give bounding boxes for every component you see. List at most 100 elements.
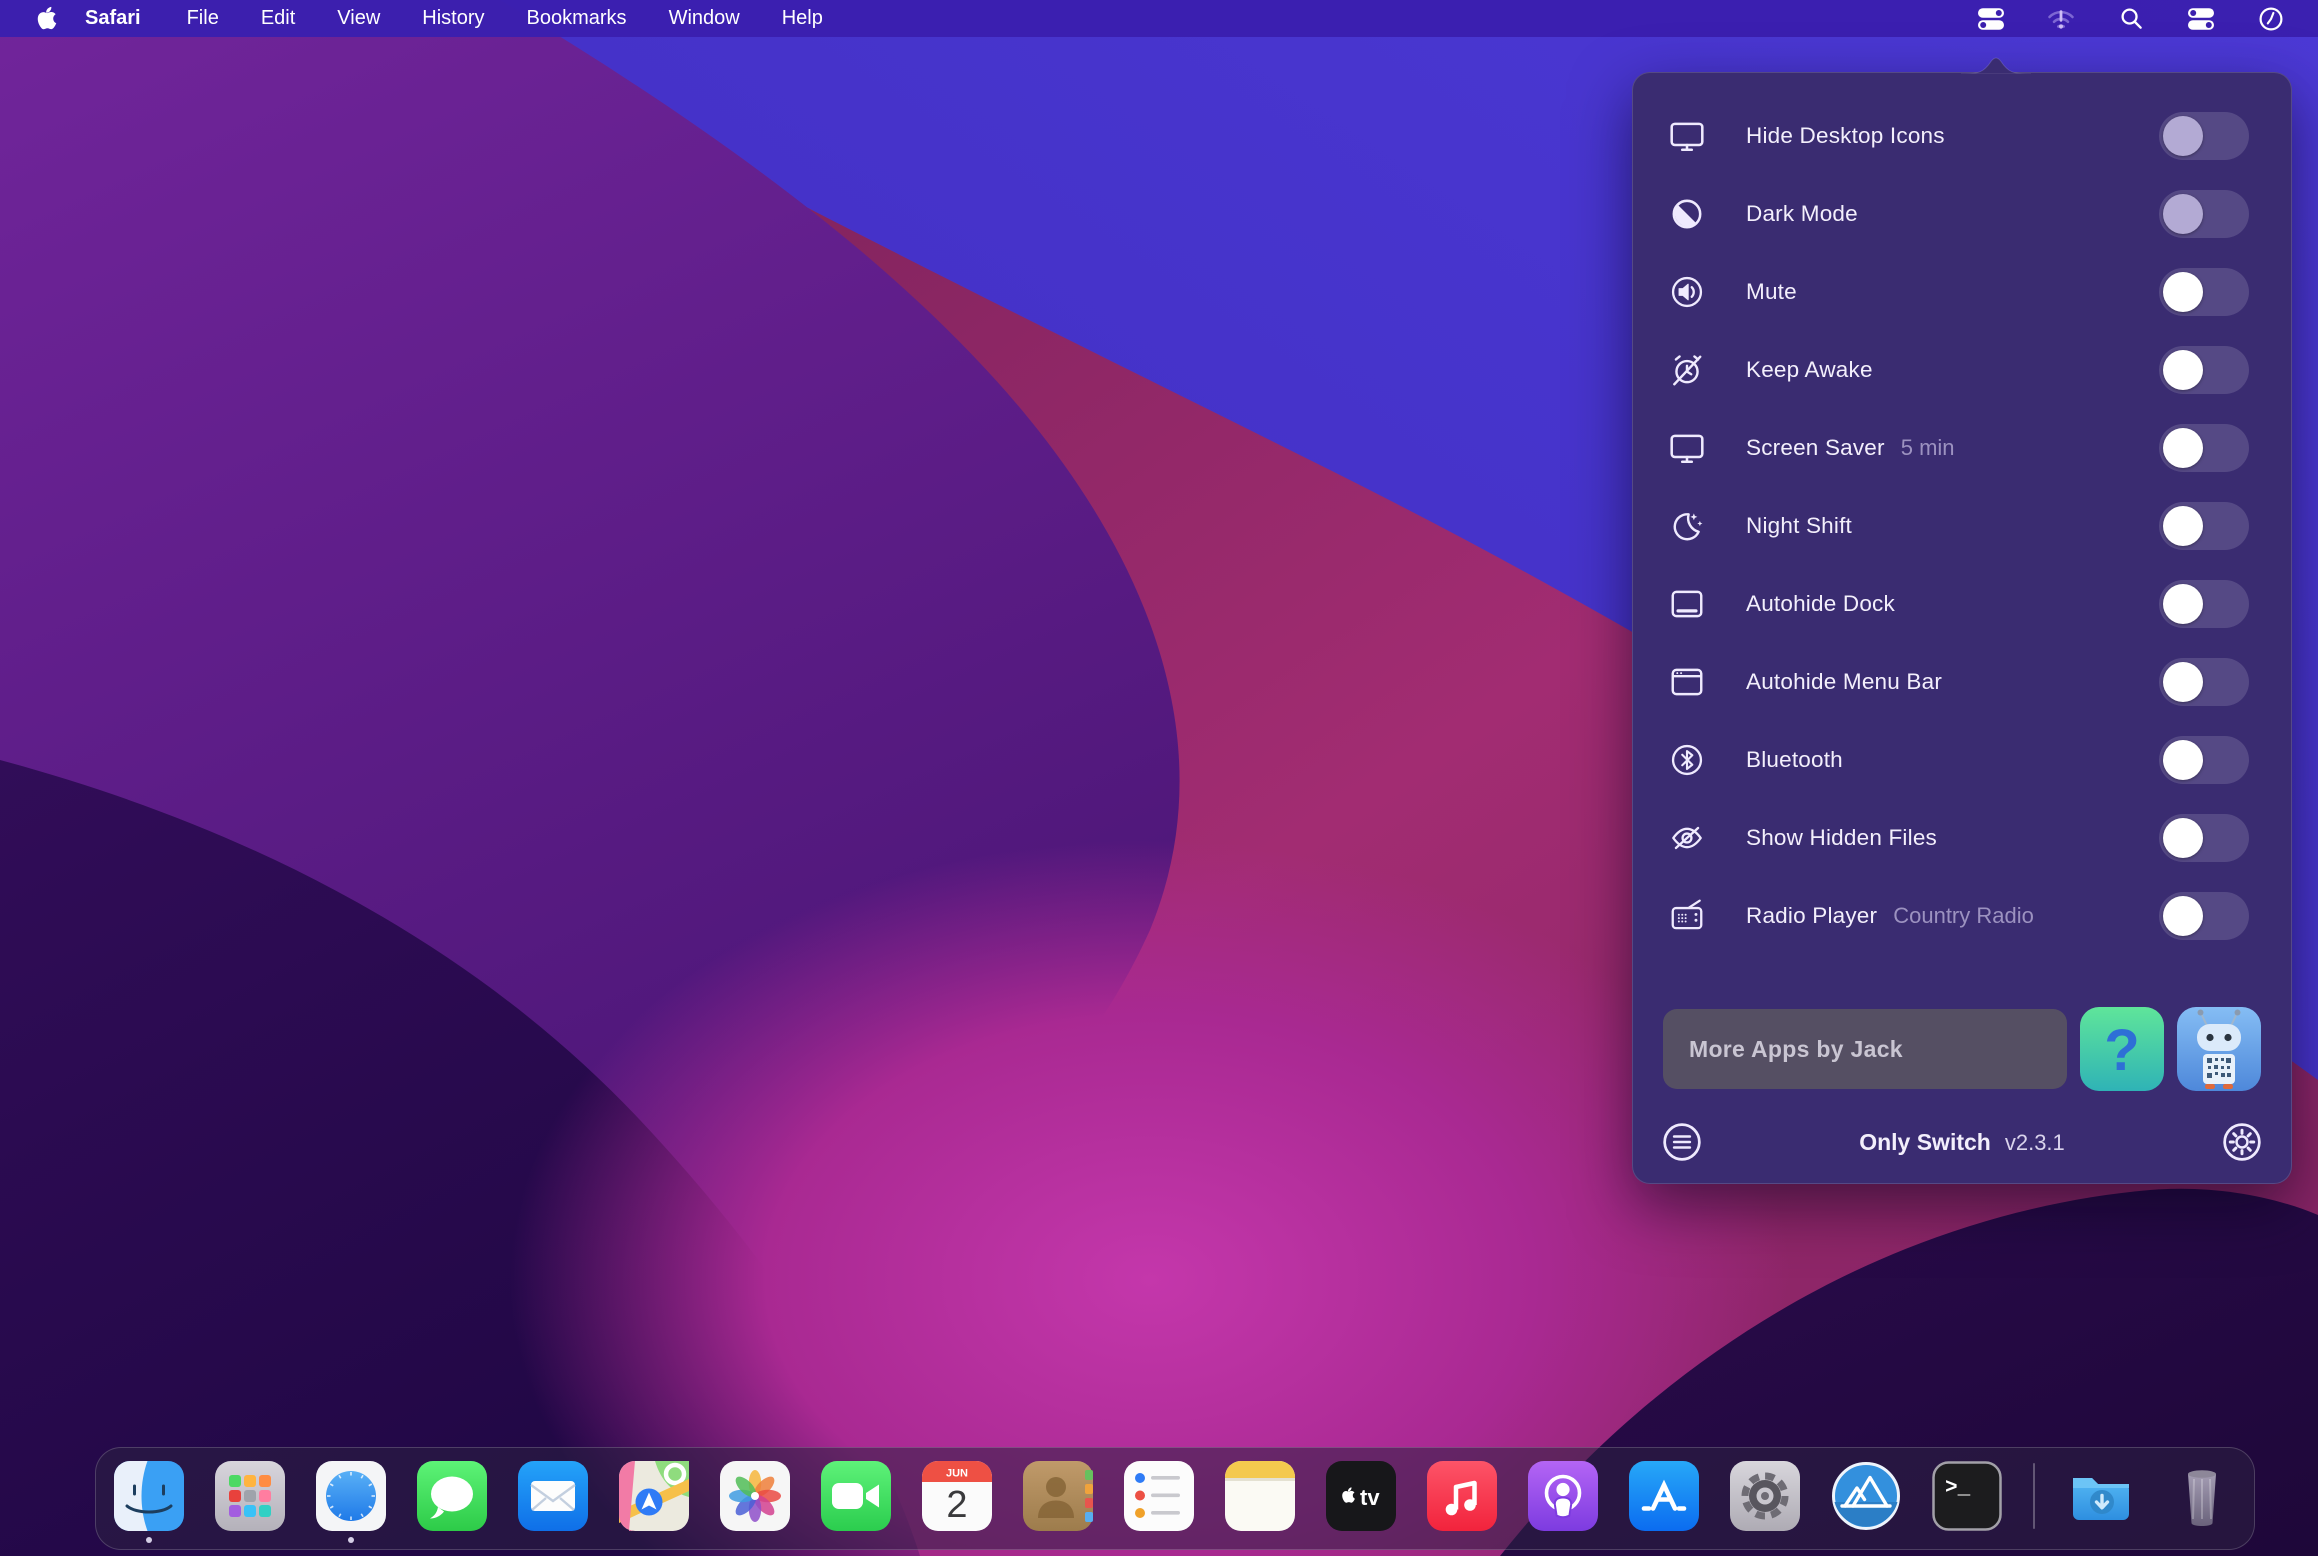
dock-item-music[interactable] [1427, 1461, 1497, 1547]
menu-help[interactable]: Help [782, 7, 823, 30]
panel-footer: Only Switch v2.3.1 [1661, 1119, 2263, 1165]
app-title: Only Switch [1859, 1129, 1991, 1155]
switch-row-mute: Mute [1633, 253, 2291, 331]
dock-item-app-store[interactable] [1629, 1461, 1699, 1547]
toggle-keep-awake[interactable] [2159, 346, 2249, 394]
more-apps-row: More Apps by Jack ? [1663, 1007, 2261, 1091]
dock-item-reminders[interactable] [1124, 1461, 1194, 1547]
only-switch-menubar-icon[interactable] [1976, 5, 2006, 33]
toggle-screen-saver[interactable] [2159, 424, 2249, 472]
panel-footer-title: Only Switch v2.3.1 [1703, 1129, 2221, 1156]
svg-text:tv: tv [1360, 1485, 1380, 1510]
menubar-icon [1668, 663, 1706, 701]
switch-label: Keep Awake [1746, 357, 1873, 383]
dock-item-contacts[interactable] [1023, 1461, 1093, 1547]
toggle-autohide-menu-bar[interactable] [2159, 658, 2249, 706]
switch-label: Screen Saver [1746, 435, 1885, 461]
apple-menu-icon[interactable] [36, 6, 57, 31]
toggle-night-shift[interactable] [2159, 502, 2249, 550]
menu-bookmarks[interactable]: Bookmarks [527, 7, 627, 30]
switch-label: Autohide Dock [1746, 591, 1895, 617]
svg-text:2: 2 [946, 1484, 967, 1526]
toggle-hide-desktop-icons[interactable] [2159, 112, 2249, 160]
menu-list-button[interactable] [1661, 1121, 1703, 1163]
dock-item-facetime[interactable] [821, 1461, 891, 1547]
dock-item-trash[interactable] [2167, 1461, 2237, 1547]
dock-item-mail[interactable] [518, 1461, 588, 1547]
app-menus: File Edit View History Bookmarks Window Help [187, 7, 823, 30]
panel-arrow [1961, 57, 2031, 74]
dock-item-finder[interactable] [114, 1461, 184, 1547]
wifi-warning-icon[interactable] [2046, 5, 2076, 33]
toggle-bluetooth[interactable] [2159, 736, 2249, 784]
control-center-icon[interactable] [2186, 5, 2216, 33]
active-app-menu[interactable]: Safari [85, 7, 141, 30]
moon-icon [1668, 507, 1706, 545]
app-version: v2.3.1 [2005, 1130, 2065, 1155]
dock-item-mountain-app[interactable] [1831, 1461, 1901, 1547]
switch-row-bluetooth: Bluetooth [1633, 721, 2291, 799]
toggle-knob [2163, 194, 2203, 234]
menu-edit[interactable]: Edit [261, 7, 295, 30]
toggle-radio-player[interactable] [2159, 892, 2249, 940]
dock: JUN 2 tv >_ [95, 1447, 2255, 1550]
switch-row-autohide-menu-bar: Autohide Menu Bar [1633, 643, 2291, 721]
toggle-knob [2163, 584, 2203, 624]
dock-item-safari[interactable] [316, 1461, 386, 1547]
bluetooth-icon [1668, 741, 1706, 779]
dock-item-notes[interactable] [1225, 1461, 1295, 1547]
clock-icon[interactable] [2256, 5, 2286, 33]
dock-item-messages[interactable] [417, 1461, 487, 1547]
more-apps-banner[interactable]: More Apps by Jack [1663, 1009, 2067, 1089]
toggle-dark-mode[interactable] [2159, 190, 2249, 238]
dock-item-terminal[interactable]: >_ [1932, 1461, 2002, 1547]
toggle-knob [2163, 818, 2203, 858]
help-app-icon[interactable]: ? [2080, 1007, 2164, 1091]
dock-divider [2033, 1463, 2035, 1529]
menu-view[interactable]: View [337, 7, 380, 30]
dock-item-downloads[interactable] [2066, 1461, 2136, 1547]
alarm-off-icon [1668, 351, 1706, 389]
dock-item-system-preferences[interactable] [1730, 1461, 1800, 1547]
switch-row-screen-saver: Screen Saver 5 min [1633, 409, 2291, 487]
running-indicator [348, 1537, 354, 1543]
switch-row-hide-desktop-icons: Hide Desktop Icons [1633, 97, 2291, 175]
dock-item-launchpad[interactable] [215, 1461, 285, 1547]
search-icon[interactable] [2116, 5, 2146, 33]
menu-window[interactable]: Window [669, 7, 740, 30]
toggle-autohide-dock[interactable] [2159, 580, 2249, 628]
dock-item-calendar[interactable]: JUN 2 [922, 1461, 992, 1547]
toggle-knob [2163, 116, 2203, 156]
switch-label: Bluetooth [1746, 747, 1843, 773]
dock-item-apple-tv[interactable]: tv [1326, 1461, 1396, 1547]
toggle-show-hidden-files[interactable] [2159, 814, 2249, 862]
switch-detail: 5 min [1901, 435, 1955, 461]
switch-label: Radio Player [1746, 903, 1877, 929]
toggle-mute[interactable] [2159, 268, 2249, 316]
settings-button[interactable] [2221, 1121, 2263, 1163]
switch-row-dark-mode: Dark Mode [1633, 175, 2291, 253]
toggle-knob [2163, 662, 2203, 702]
only-switch-panel: Hide Desktop Icons Dark Mode Mute Keep A… [1632, 72, 2292, 1184]
switch-row-radio-player: Radio Player Country Radio [1633, 877, 2291, 955]
dock-icon [1668, 585, 1706, 623]
dock-item-maps[interactable] [619, 1461, 689, 1547]
running-indicator [146, 1537, 152, 1543]
dock-item-photos[interactable] [720, 1461, 790, 1547]
switch-label: Show Hidden Files [1746, 825, 1937, 851]
switch-row-autohide-dock: Autohide Dock [1633, 565, 2291, 643]
switch-label: Autohide Menu Bar [1746, 669, 1942, 695]
menu-file[interactable]: File [187, 7, 219, 30]
toggle-knob [2163, 506, 2203, 546]
qr-robot-app-icon[interactable] [2177, 1007, 2261, 1091]
toggle-knob [2163, 350, 2203, 390]
switch-detail: Country Radio [1893, 903, 2034, 929]
toggle-knob [2163, 740, 2203, 780]
dock-item-podcasts[interactable] [1528, 1461, 1598, 1547]
svg-text:JUN: JUN [945, 1468, 967, 1480]
more-apps-label: More Apps by Jack [1689, 1036, 1903, 1063]
menu-history[interactable]: History [422, 7, 484, 30]
toggle-knob [2163, 272, 2203, 312]
screen-icon [1668, 429, 1706, 467]
toggle-knob [2163, 896, 2203, 936]
